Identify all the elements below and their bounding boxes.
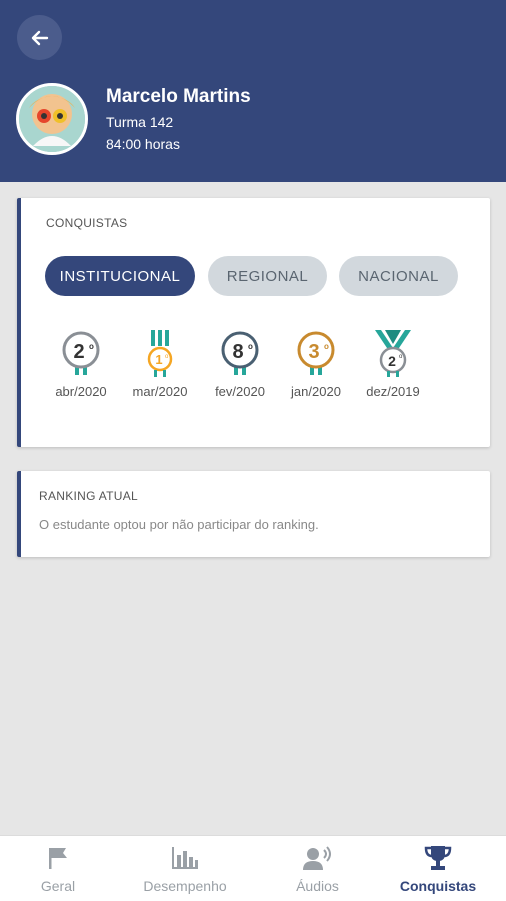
profile-name: Marcelo Martins — [106, 86, 251, 107]
medal-rank: 3 — [308, 341, 319, 363]
nav-item-geral[interactable]: Geral — [18, 836, 98, 901]
profile-header: Marcelo Martins Turma 142 84:00 horas — [0, 0, 506, 182]
ranking-card: RANKING ATUAL O estudante optou por não … — [17, 471, 490, 557]
medal-item[interactable]: 8 o fev/2020 — [202, 328, 278, 399]
medal-date: abr/2020 — [55, 384, 107, 399]
medal-rank: 2 — [73, 341, 84, 363]
achievements-title: CONQUISTAS — [46, 216, 128, 230]
medal-silver-icon: 2 o — [62, 331, 100, 375]
medal-date: fev/2020 — [215, 384, 265, 399]
nav-item-audios[interactable]: Áudios — [280, 836, 355, 901]
ranking-message: O estudante optou por não participar do … — [39, 517, 319, 532]
medal-date: jan/2020 — [291, 384, 341, 399]
medal-item[interactable]: 2 o dez/2019 — [355, 328, 431, 399]
profile-hours: 84:00 horas — [106, 136, 180, 152]
medal-gold-icon: 1 o — [147, 330, 173, 377]
bar-chart-icon — [172, 847, 198, 869]
medal-rank: 8 — [232, 341, 243, 363]
profile-class: Turma 142 — [106, 114, 174, 130]
medal-item[interactable]: 1 o mar/2020 — [122, 328, 198, 399]
nav-item-desempenho[interactable]: Desempenho — [130, 836, 240, 901]
nav-item-conquistas[interactable]: Conquistas — [392, 836, 484, 901]
svg-text:o: o — [89, 342, 94, 351]
medal-silver-ribbon-icon: 2 o — [375, 330, 411, 377]
ranking-title: RANKING ATUAL — [39, 489, 139, 503]
tab-institucional[interactable]: INSTITUCIONAL — [45, 256, 195, 296]
svg-text:o: o — [248, 342, 253, 351]
medal-item[interactable]: 3 o jan/2020 — [278, 328, 354, 399]
medal-slate-icon: 8 o — [221, 331, 259, 375]
back-button[interactable] — [17, 15, 62, 60]
audio-user-icon — [302, 846, 331, 870]
trophy-icon — [424, 846, 452, 870]
medal-bronze-icon: 3 o — [297, 331, 335, 375]
nav-label: Conquistas — [399, 878, 477, 894]
medal-date: mar/2020 — [132, 384, 188, 399]
medal-rank: 2 — [388, 353, 396, 369]
nav-label: Geral — [40, 878, 76, 894]
arrow-left-icon — [31, 30, 48, 45]
achievements-card: CONQUISTAS INSTITUCIONAL REGIONAL NACION… — [17, 198, 490, 447]
medal-date: dez/2019 — [366, 384, 420, 399]
tab-regional[interactable]: REGIONAL — [208, 256, 327, 296]
medal-item[interactable]: 2 o abr/2020 — [43, 328, 119, 399]
nav-label: Áudios — [296, 878, 339, 894]
svg-text:o: o — [324, 342, 329, 351]
medal-rank: 1 — [155, 352, 162, 367]
tab-nacional[interactable]: NACIONAL — [339, 256, 458, 296]
avatar-photo — [19, 86, 85, 152]
flag-icon — [49, 848, 67, 869]
nav-label: Desempenho — [143, 878, 227, 894]
bottom-nav: Geral Desempenho Áudios Conquistas — [0, 835, 506, 901]
avatar — [16, 83, 88, 155]
